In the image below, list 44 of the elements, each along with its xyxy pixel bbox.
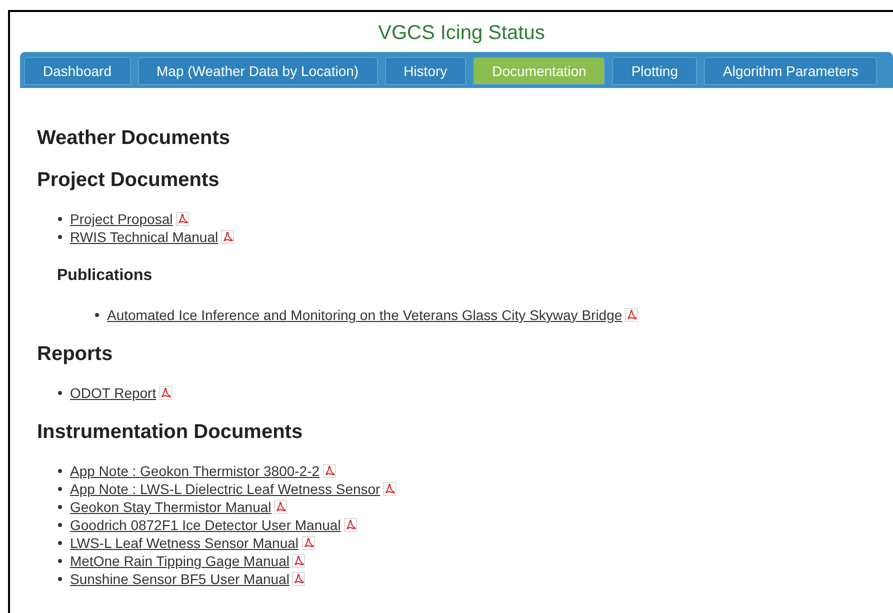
bullet-icon <box>58 469 62 473</box>
pdf-icon <box>274 500 288 514</box>
subsection-heading: Publications <box>56 266 154 286</box>
document-link[interactable]: Goodrich 0872F1 Ice Detector User Manual <box>70 516 341 534</box>
bullet-icon <box>58 487 62 491</box>
document-link[interactable]: MetOne Rain Tipping Gage Manual <box>70 552 290 570</box>
pdf-icon <box>292 554 306 568</box>
tab[interactable]: Algorithm Parameters <box>704 57 878 85</box>
pdf-icon <box>292 572 306 586</box>
tab[interactable]: Map (Weather Data by Location) <box>138 57 378 85</box>
section-heading: Instrumentation Documents <box>37 420 304 444</box>
tab[interactable]: Plotting <box>612 57 698 85</box>
document-link[interactable]: Sunshine Sensor BF5 User Manual <box>70 570 290 588</box>
document-link[interactable]: Geokon Stay Thermistor Manual <box>70 498 272 516</box>
section-heading: Reports <box>37 342 114 366</box>
pdf-icon <box>625 308 638 322</box>
bullet-icon <box>58 541 62 545</box>
pdf-icon <box>159 386 172 400</box>
pdf-icon <box>383 482 396 496</box>
bullet-icon <box>95 313 99 317</box>
bullet-icon <box>58 577 62 581</box>
tab[interactable]: History <box>384 57 466 85</box>
document-link[interactable]: Automated Ice Inference and Monitoring on the Veterans Glass City Skyway Bridge <box>107 306 622 324</box>
page-title: VGCS Icing Status <box>377 21 546 46</box>
section-heading: Project Documents <box>37 168 220 192</box>
document-link[interactable]: Project Proposal <box>70 210 173 228</box>
document-link[interactable]: App Note : LWS-L Dielectric Leaf Wetness Sensor <box>70 480 380 498</box>
bullet-icon <box>58 523 62 527</box>
bullet-icon <box>58 235 62 239</box>
pdf-icon <box>322 464 336 478</box>
bullet-icon <box>58 391 62 395</box>
bullet-icon <box>58 559 62 563</box>
document-link[interactable]: ODOT Report <box>70 384 156 402</box>
pdf-icon <box>302 536 315 550</box>
section-heading: Weather Documents <box>37 126 232 150</box>
tab[interactable]: Dashboard <box>24 57 130 85</box>
bullet-icon <box>58 505 62 509</box>
pdf-icon <box>344 518 357 532</box>
document-link[interactable]: LWS-L Leaf Wetness Sensor Manual <box>70 534 299 552</box>
pdf-icon <box>221 230 234 244</box>
bullet-icon <box>58 217 62 221</box>
document-link[interactable]: RWIS Technical Manual <box>70 228 218 246</box>
document-link[interactable]: App Note : Geokon Thermistor 3800-2-2 <box>70 462 320 480</box>
pdf-icon <box>176 212 189 226</box>
